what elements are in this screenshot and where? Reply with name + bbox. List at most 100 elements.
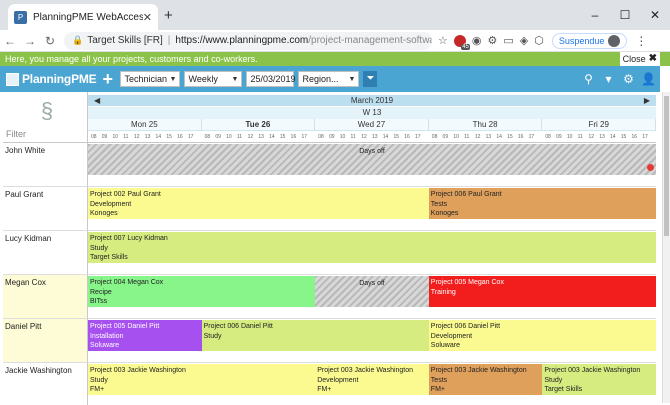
task-block[interactable]: Project 002 Paul Grant Development Konoges…: [88, 188, 429, 219]
task-detail: 2 day(s): [431, 219, 654, 220]
user-icon[interactable]: 👤: [641, 70, 656, 88]
vertical-scrollbar[interactable]: [662, 92, 670, 403]
task-block[interactable]: Project 005 Daniel Pitt Installation Soluw…: [88, 320, 202, 351]
hour-tick: 16: [404, 134, 410, 140]
cast-icon[interactable]: ▭: [503, 34, 513, 47]
task-block[interactable]: Project 003 Jackie Washington Tests FM+ 1 d…: [428, 364, 543, 396]
adblock-icon[interactable]: 45: [453, 34, 470, 50]
scrollbar-thumb[interactable]: [664, 96, 669, 236]
browser-menu-icon[interactable]: ⋮: [635, 34, 647, 48]
date-value: 25/03/2019: [250, 74, 296, 84]
hour-tick: 09: [328, 134, 335, 140]
day-header[interactable]: Wed 27: [315, 119, 429, 131]
resource-name[interactable]: Megan Cox: [3, 275, 88, 319]
region-value: Region...: [302, 74, 339, 84]
resource-name[interactable]: John White: [3, 143, 88, 187]
task-detail: 2 day(s): [204, 351, 427, 352]
month-navigator: ◀ March 2019 ▶: [88, 95, 656, 106]
task-detail: 2 day(s): [90, 307, 313, 308]
task-block[interactable]: Project 006 Daniel Pitt Development Soluwa…: [428, 320, 656, 351]
browser-tab[interactable]: P PlanningPME WebAccess ✕: [8, 4, 158, 30]
resource-name[interactable]: Lucy Kidman: [3, 231, 88, 275]
task-detail: 1 day(s): [90, 351, 200, 352]
reload-icon[interactable]: ↻: [40, 34, 60, 48]
info-banner: Here, you manage all your projects, cust…: [0, 52, 670, 66]
task-block[interactable]: Project 003 Jackie Washington Study Target…: [542, 364, 656, 395]
task-block[interactable]: Project 003 Jackie Washington Study FM+ 2 d…: [88, 364, 316, 395]
days-off-block[interactable]: Days off: [315, 276, 429, 307]
task-title: Project 005 Daniel Pitt: [90, 323, 160, 330]
resource-name[interactable]: Paul Grant: [3, 187, 88, 231]
profile-button[interactable]: Suspendue: [551, 32, 628, 49]
week-label: W 13: [362, 108, 382, 117]
task-block[interactable]: Project 003 Jackie Washington Development…: [315, 364, 429, 395]
task-detail: 1 day(s): [431, 395, 541, 396]
task-detail: Konoges: [90, 210, 118, 217]
task-title: Project 004 Megan Cox: [90, 279, 164, 286]
day-header[interactable]: Fri 29: [542, 119, 656, 131]
task-block[interactable]: Project 005 Megan Cox Training 2 day(s): [428, 276, 656, 307]
task-detail: Soluware: [90, 342, 120, 349]
hour-tick: 17: [642, 134, 648, 140]
day-header[interactable]: Mon 25: [88, 119, 202, 131]
app-favicon-icon: P: [14, 10, 27, 24]
filter-label[interactable]: Filter: [6, 129, 26, 139]
hour-tick: 15: [507, 134, 513, 140]
resource-name[interactable]: Daniel Pitt: [3, 319, 88, 363]
tab-bar: P PlanningPME WebAccess ✕ + – ☐ ✕: [0, 0, 670, 30]
logo-text: PlanningPME: [22, 72, 97, 86]
settings-icon[interactable]: ⚙: [621, 70, 636, 88]
back-icon[interactable]: ←: [0, 34, 20, 48]
resource-name[interactable]: Jackie Washington: [3, 363, 88, 405]
task-title: Project 003 Jackie Washington: [317, 367, 414, 374]
dropdown-menu-icon[interactable]: ▾: [601, 70, 616, 88]
extension-shield-icon[interactable]: ◈: [520, 34, 528, 47]
region-select[interactable]: Region... ▼: [298, 71, 360, 87]
next-period-icon[interactable]: ▶: [644, 95, 650, 106]
task-detail: Study: [90, 376, 108, 384]
task-block[interactable]: Project 006 Daniel Pitt Study 2 day(s): [201, 320, 429, 352]
task-block[interactable]: Project 007 Lucy Kidman Study Target Skill…: [88, 232, 656, 263]
hour-tick: 08: [545, 134, 551, 140]
planning-calendar: § Filter ◀ March 2019 ▶ W 13 Mon 25 Tue 2…: [3, 92, 656, 405]
hour-tick: 17: [528, 134, 535, 140]
day-header[interactable]: Tue 26: [202, 119, 316, 131]
url-field[interactable]: 🔒 Target Skills [FR] | https://www.plann…: [64, 31, 432, 50]
hour-tick: 08: [431, 134, 438, 140]
days-off-block[interactable]: Days off: [88, 144, 656, 175]
new-tab-icon[interactable]: +: [164, 7, 173, 24]
filter-button[interactable]: ⏷: [363, 71, 378, 87]
previous-period-icon[interactable]: ◀: [94, 95, 100, 106]
app-logo: PlanningPME: [6, 72, 97, 86]
task-detail: Installation: [90, 332, 124, 340]
task-detail: Study: [90, 244, 108, 252]
date-input[interactable]: 25/03/2019: [246, 71, 296, 87]
hour-tick: 09: [101, 134, 108, 140]
view-mode-select[interactable]: Weekly ▼: [184, 71, 243, 87]
task-title: Project 003 Jackie Washington: [90, 367, 186, 374]
extension-gear-icon[interactable]: ⚙: [487, 34, 497, 47]
search-icon[interactable]: ⚲: [581, 70, 596, 88]
hour-tick: 12: [361, 134, 367, 140]
hour-tick: 08: [204, 134, 211, 140]
minimize-icon[interactable]: –: [580, 0, 610, 30]
extension-puzzle-icon[interactable]: ⬡: [534, 34, 544, 47]
task-block[interactable]: Project 004 Megan Cox Recipe BITss 2 day(s): [88, 276, 316, 308]
close-tab-icon[interactable]: ✕: [143, 11, 152, 24]
day-header[interactable]: Thu 28: [429, 119, 543, 131]
maximize-icon[interactable]: ☐: [610, 0, 640, 30]
days-off-label: Days off: [359, 148, 385, 155]
task-block[interactable]: Project 006 Paul Grant Tests Konoges 2 day(…: [428, 188, 656, 220]
task-title: Project 003 Jackie Washington: [544, 367, 641, 374]
add-task-button[interactable]: +: [102, 69, 116, 89]
task-detail: [204, 341, 427, 351]
forward-icon[interactable]: →: [20, 34, 40, 48]
extension-circle-icon[interactable]: ◉: [472, 34, 482, 47]
banner-close-button[interactable]: Close ✖: [619, 52, 660, 66]
view-mode-value: Weekly: [188, 74, 218, 84]
resource-type-select[interactable]: Technician ▼: [120, 71, 181, 87]
bookmark-star-icon[interactable]: ☆: [438, 34, 448, 47]
browser-window: P PlanningPME WebAccess ✕ + – ☐ ✕ ← → ↻ …: [0, 0, 670, 405]
close-window-icon[interactable]: ✕: [640, 0, 670, 30]
hour-tick: 17: [301, 134, 307, 140]
